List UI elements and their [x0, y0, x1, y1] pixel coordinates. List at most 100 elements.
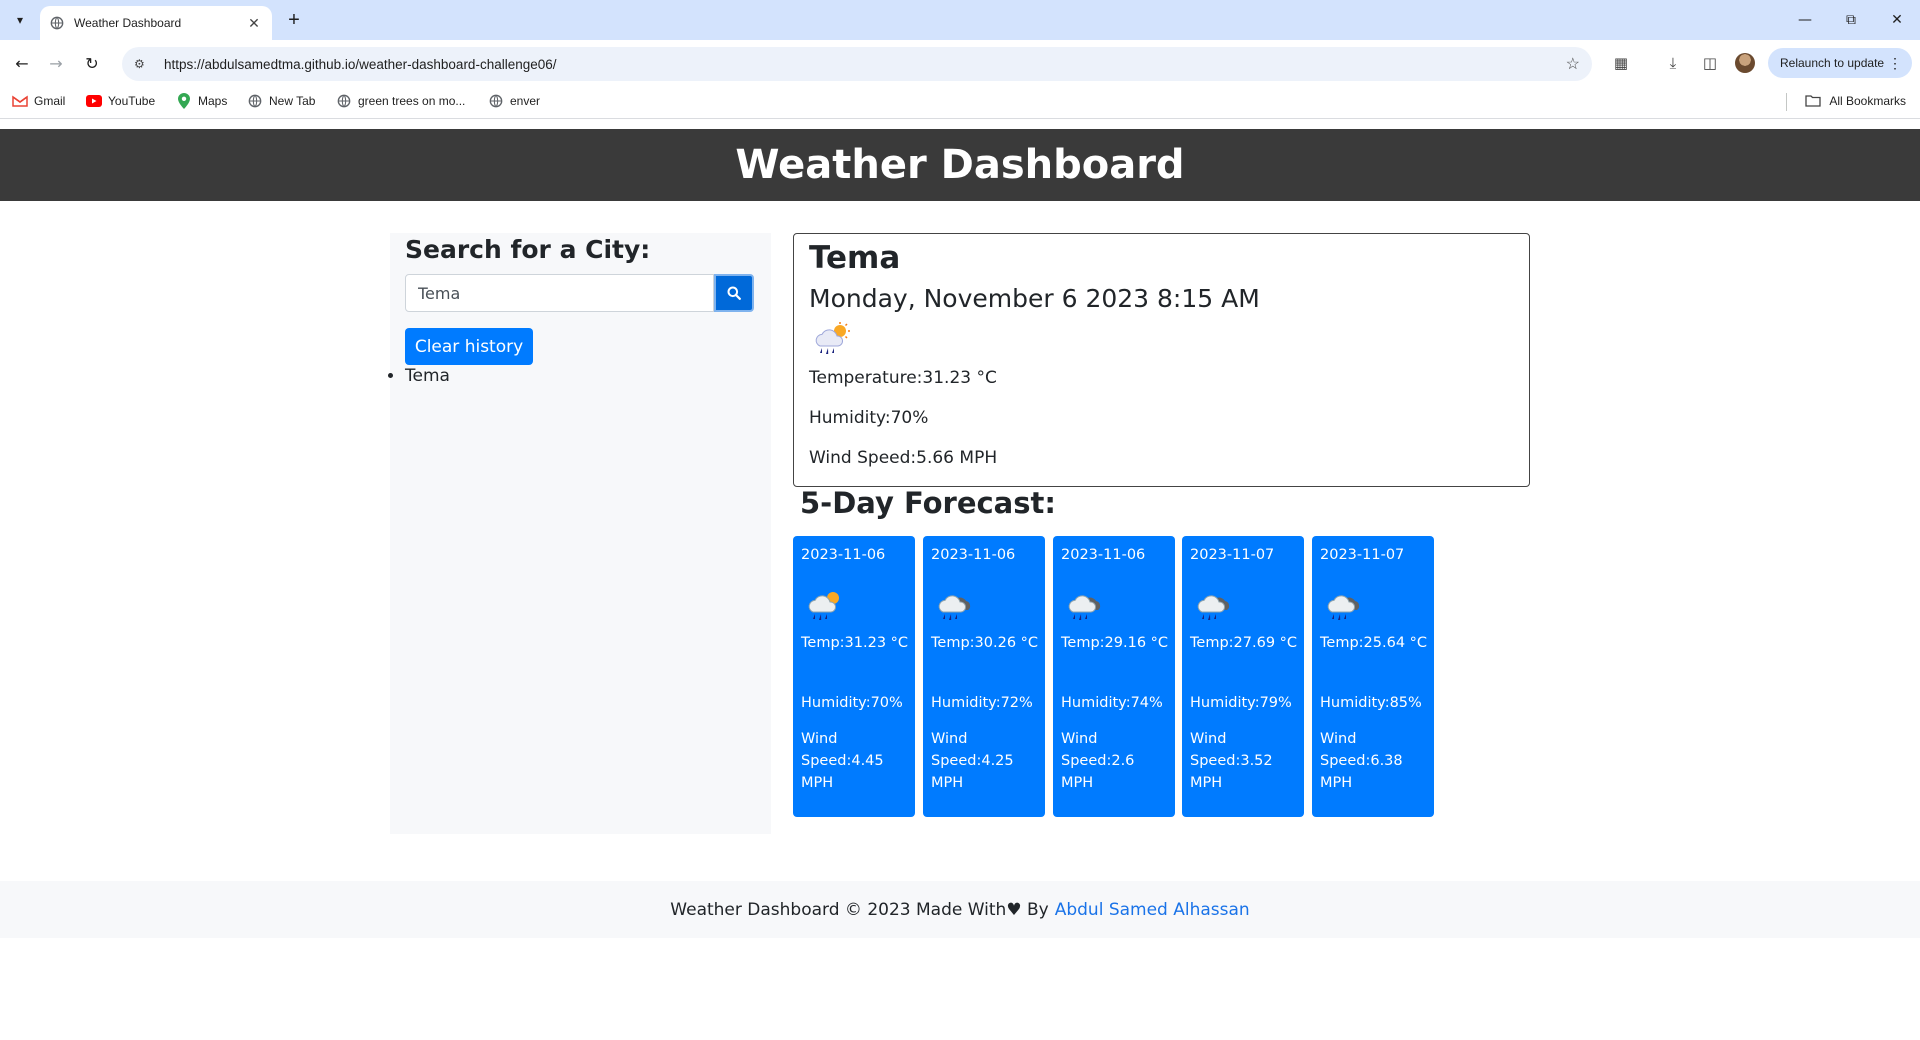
forecast-date: 2023-11-06 — [931, 547, 1016, 563]
site-settings-icon[interactable]: ⚙ — [134, 57, 152, 71]
relaunch-label: Relaunch to update — [1780, 56, 1885, 70]
bookmark-label: YouTube — [108, 94, 156, 108]
gmail-icon — [12, 94, 28, 108]
search-button[interactable] — [714, 274, 754, 312]
bookmark-star-icon[interactable]: ☆ — [1566, 54, 1580, 74]
forecast-temp: Temp:29.16 °C — [1061, 635, 1169, 651]
bookmark-youtube[interactable]: YouTube — [86, 94, 155, 108]
forecast-temp: Temp:30.26 °C — [931, 635, 1039, 651]
rain-cloud-icon — [938, 595, 971, 620]
minimize-icon[interactable]: — — [1782, 0, 1828, 40]
bookmark-green-trees[interactable]: green trees on mo... — [336, 94, 465, 108]
current-city: Tema — [809, 240, 901, 276]
bookmark-gmail[interactable]: Gmail — [12, 94, 65, 108]
close-window-icon[interactable]: ✕ — [1874, 0, 1920, 40]
bookmarks-bar: Gmail YouTube Maps New Tab green trees o… — [0, 86, 1920, 119]
close-tab-icon[interactable]: ✕ — [246, 15, 262, 32]
search-heading: Search for a City: — [405, 235, 651, 264]
tab-title: Weather Dashboard — [74, 16, 182, 30]
browser-toolbar: ← → ↻ ⚙ https://abdulsamedtma.github.io/… — [0, 40, 1920, 86]
forecast-temp: Temp:25.64 °C — [1320, 635, 1428, 651]
maps-icon — [176, 93, 192, 109]
bookmark-enver[interactable]: enver — [488, 94, 540, 108]
forecast-humidity: Humidity:72% — [931, 695, 1033, 711]
youtube-icon — [86, 94, 102, 108]
author-link[interactable]: Abdul Samed Alhassan — [1055, 900, 1250, 920]
forecast-card: 2023-11-06 Temp:30.26 °C Humidity:72% Wi… — [923, 536, 1045, 817]
more-menu-icon[interactable]: ⋮ — [1888, 55, 1902, 72]
forecast-card: 2023-11-07 Temp:27.69 °C Humidity:79% Wi… — [1182, 536, 1304, 817]
bookmark-maps[interactable]: Maps — [176, 93, 228, 109]
reload-icon[interactable]: ↻ — [80, 51, 104, 75]
forecast-title: 5-Day Forecast: — [800, 486, 1056, 520]
side-panel-icon[interactable]: ◫ — [1698, 51, 1722, 75]
site-header: Weather Dashboard — [0, 129, 1920, 201]
forecast-humidity: Humidity:79% — [1190, 695, 1292, 711]
forecast-wind: Wind Speed:2.6 MPH — [1061, 731, 1135, 791]
search-history-list: Tema — [405, 366, 450, 386]
forecast-humidity: Humidity:85% — [1320, 695, 1422, 711]
url-text: https://abdulsamedtma.github.io/weather-… — [164, 56, 557, 72]
restore-icon[interactable]: ⧉ — [1828, 0, 1874, 40]
current-date: Monday, November 6 2023 8:15 AM — [809, 284, 1260, 313]
window-controls: — ⧉ ✕ — [1782, 0, 1920, 40]
address-bar[interactable]: ⚙ https://abdulsamedtma.github.io/weathe… — [122, 47, 1592, 81]
clear-history-button[interactable]: Clear history — [405, 328, 533, 365]
folder-icon — [1805, 94, 1823, 108]
footer-text: Weather Dashboard © 2023 Made With♥ By — [670, 899, 1049, 920]
forecast-wind: Wind Speed:4.25 MPH — [931, 731, 1014, 791]
bookmarks-divider — [1786, 93, 1787, 111]
search-sidebar: Search for a City: Clear history Tema — [390, 233, 771, 834]
forecast-date: 2023-11-06 — [1061, 547, 1146, 563]
back-arrow-icon[interactable]: ← — [10, 51, 34, 75]
forecast-temp: Temp:27.69 °C — [1190, 635, 1298, 651]
forecast-wind: Wind Speed:6.38 MPH — [1320, 731, 1403, 791]
download-icon[interactable]: ⤓ — [1661, 51, 1685, 75]
forecast-humidity: Humidity:74% — [1061, 695, 1163, 711]
forecast-date: 2023-11-06 — [801, 547, 886, 563]
new-tab-plus-icon[interactable]: + — [282, 8, 306, 32]
rain-sun-icon — [815, 322, 850, 354]
all-bookmarks-button[interactable]: All Bookmarks — [1805, 94, 1906, 108]
search-icon — [727, 286, 741, 300]
bookmark-label: Maps — [198, 94, 228, 108]
history-item[interactable]: Tema — [405, 366, 450, 386]
rain-cloud-icon — [1327, 595, 1360, 620]
forecast-card: 2023-11-07 Temp:25.64 °C Humidity:85% Wi… — [1312, 536, 1434, 817]
forecast-wind: Wind Speed:3.52 MPH — [1190, 731, 1273, 791]
bookmark-new-tab[interactable]: New Tab — [247, 94, 315, 108]
bookmark-label: Gmail — [34, 94, 66, 108]
tab-search-chevron-icon[interactable]: ▾ — [8, 8, 32, 32]
current-humidity: Humidity:70% — [809, 408, 929, 428]
forecast-card: 2023-11-06 Temp:29.16 °C Humidity:74% Wi… — [1053, 536, 1175, 817]
profile-avatar[interactable] — [1735, 53, 1755, 73]
current-wind-speed: Wind Speed:5.66 MPH — [809, 448, 998, 468]
relaunch-to-update-button[interactable]: Relaunch to update ⋮ — [1768, 48, 1912, 78]
city-search-input[interactable] — [405, 274, 714, 312]
forecast-temp: Temp:31.23 °C — [801, 635, 909, 651]
forecast-humidity: Humidity:70% — [801, 695, 903, 711]
browser-tab[interactable]: Weather Dashboard ✕ — [40, 6, 272, 40]
bookmark-label: enver — [510, 94, 541, 108]
forecast-date: 2023-11-07 — [1320, 547, 1405, 563]
forward-arrow-icon[interactable]: → — [44, 51, 68, 75]
forecast-wind: Wind Speed:4.45 MPH — [801, 731, 884, 791]
page-title: Weather Dashboard — [735, 142, 1185, 188]
current-weather-card: Tema Monday, November 6 2023 8:15 AM Tem… — [793, 233, 1530, 487]
forecast-date: 2023-11-07 — [1190, 547, 1275, 563]
current-temperature: Temperature:31.23 °C — [809, 368, 997, 388]
bookmark-label: New Tab — [269, 94, 316, 108]
globe-icon — [336, 94, 352, 108]
site-footer: Weather Dashboard © 2023 Made With♥ By A… — [0, 881, 1920, 938]
all-bookmarks-label: All Bookmarks — [1829, 94, 1906, 108]
bookmark-label: green trees on mo... — [358, 94, 466, 108]
rain-sun-icon — [808, 592, 839, 620]
globe-icon — [488, 94, 504, 108]
browser-tab-strip: ▾ Weather Dashboard ✕ + — ⧉ ✕ — [0, 0, 1920, 40]
rain-cloud-icon — [1197, 595, 1230, 620]
globe-icon — [247, 94, 263, 108]
rain-cloud-icon — [1068, 595, 1101, 620]
forecast-card: 2023-11-06 Temp:31.23 °C Humidity:70% Wi… — [793, 536, 915, 817]
globe-icon — [50, 16, 64, 30]
extensions-puzzle-icon[interactable]: ▦ — [1609, 51, 1633, 75]
